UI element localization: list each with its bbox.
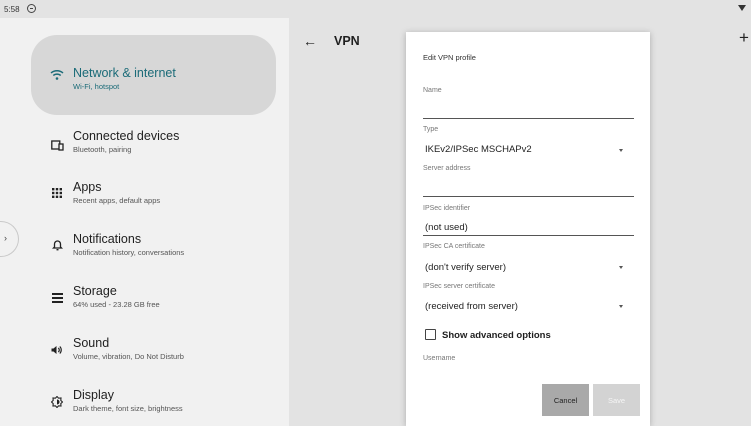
- back-arrow-icon[interactable]: ←: [303, 33, 317, 49]
- type-select[interactable]: IKEv2/IPSec MSCHAPv2: [425, 144, 532, 155]
- username-label: Username: [423, 355, 456, 362]
- dialog-title: Edit VPN profile: [423, 53, 476, 62]
- sidebar-item-title: Storage: [73, 284, 117, 298]
- add-vpn-button[interactable]: +: [739, 28, 749, 48]
- show-advanced-checkbox[interactable]: [425, 329, 436, 340]
- type-label: Type: [423, 126, 439, 133]
- cancel-button[interactable]: Cancel: [542, 384, 589, 416]
- sidebar-item-title: Sound: [73, 336, 110, 350]
- ipsec-server-certificate-select[interactable]: (received from server): [425, 301, 518, 312]
- sidebar-item-title: Notifications: [73, 232, 142, 246]
- sidebar-item-notifications[interactable]: Notifications Notification history, conv…: [31, 224, 276, 274]
- name-label: Name: [423, 87, 442, 94]
- server-certificate-dropdown-icon[interactable]: [619, 305, 623, 308]
- sidebar-item-title: Connected devices: [73, 129, 180, 143]
- edit-vpn-dialog: Edit VPN profile Name Type IKEv2/IPSec M…: [406, 32, 650, 426]
- server-address-underline[interactable]: [423, 196, 634, 197]
- sidebar-item-subtitle: Dark theme, font size, brightness: [73, 404, 183, 413]
- sidebar-item-title: Apps: [73, 180, 102, 194]
- chevron-right-icon: ›: [4, 233, 7, 243]
- devices-icon: [48, 136, 66, 154]
- sidebar-item-sound[interactable]: Sound Volume, vibration, Do Not Disturb: [31, 328, 276, 378]
- sidebar-item-subtitle: Recent apps, default apps: [73, 196, 161, 205]
- sidebar-edge-handle[interactable]: ›: [0, 221, 19, 257]
- bell-icon: [48, 236, 66, 254]
- sidebar-item-title: Display: [73, 388, 114, 402]
- type-dropdown-icon[interactable]: [619, 149, 623, 152]
- sidebar-item-connected-devices[interactable]: Connected devices Bluetooth, pairing: [31, 120, 276, 170]
- status-time: 5:58: [4, 5, 20, 14]
- ca-certificate-dropdown-icon[interactable]: [619, 266, 623, 269]
- ipsec-ca-certificate-label: IPSec CA certificate: [423, 243, 485, 250]
- page-title: VPN: [334, 34, 360, 48]
- sidebar-item-apps[interactable]: Apps Recent apps, default apps: [31, 172, 276, 222]
- save-button[interactable]: Save: [593, 384, 640, 416]
- sidebar-item-subtitle: Bluetooth, pairing: [73, 145, 132, 154]
- brightness-icon: [48, 393, 66, 411]
- sidebar-item-display[interactable]: Display Dark theme, font size, brightnes…: [31, 380, 276, 426]
- ipsec-server-certificate-label: IPSec server certificate: [423, 283, 495, 290]
- storage-icon: [48, 289, 66, 307]
- sidebar-item-title: Network & internet: [73, 66, 176, 80]
- data-saver-icon: [27, 4, 36, 13]
- volume-icon: [48, 341, 66, 359]
- sidebar-item-network[interactable]: Network & internet Wi-Fi, hotspot: [31, 35, 276, 115]
- show-advanced-label[interactable]: Show advanced options: [442, 330, 551, 341]
- server-address-label: Server address: [423, 165, 471, 172]
- wifi-signal-icon: [738, 5, 746, 11]
- sidebar-item-subtitle: Wi-Fi, hotspot: [73, 82, 120, 91]
- ipsec-identifier-input[interactable]: (not used): [425, 222, 468, 233]
- sidebar-item-subtitle: 64% used - 23.28 GB free: [73, 300, 160, 309]
- ipsec-identifier-underline[interactable]: [423, 235, 634, 236]
- sidebar-item-subtitle: Notification history, conversations: [73, 248, 185, 257]
- wifi-icon: [48, 66, 66, 84]
- sidebar-item-subtitle: Volume, vibration, Do Not Disturb: [73, 352, 184, 361]
- ipsec-identifier-label: IPSec identifier: [423, 205, 471, 212]
- ipsec-ca-certificate-select[interactable]: (don't verify server): [425, 262, 506, 273]
- name-input-underline[interactable]: [423, 118, 634, 119]
- apps-icon: [48, 184, 66, 202]
- status-bar: 5:58: [0, 0, 751, 18]
- sidebar-item-storage[interactable]: Storage 64% used - 23.28 GB free: [31, 276, 276, 326]
